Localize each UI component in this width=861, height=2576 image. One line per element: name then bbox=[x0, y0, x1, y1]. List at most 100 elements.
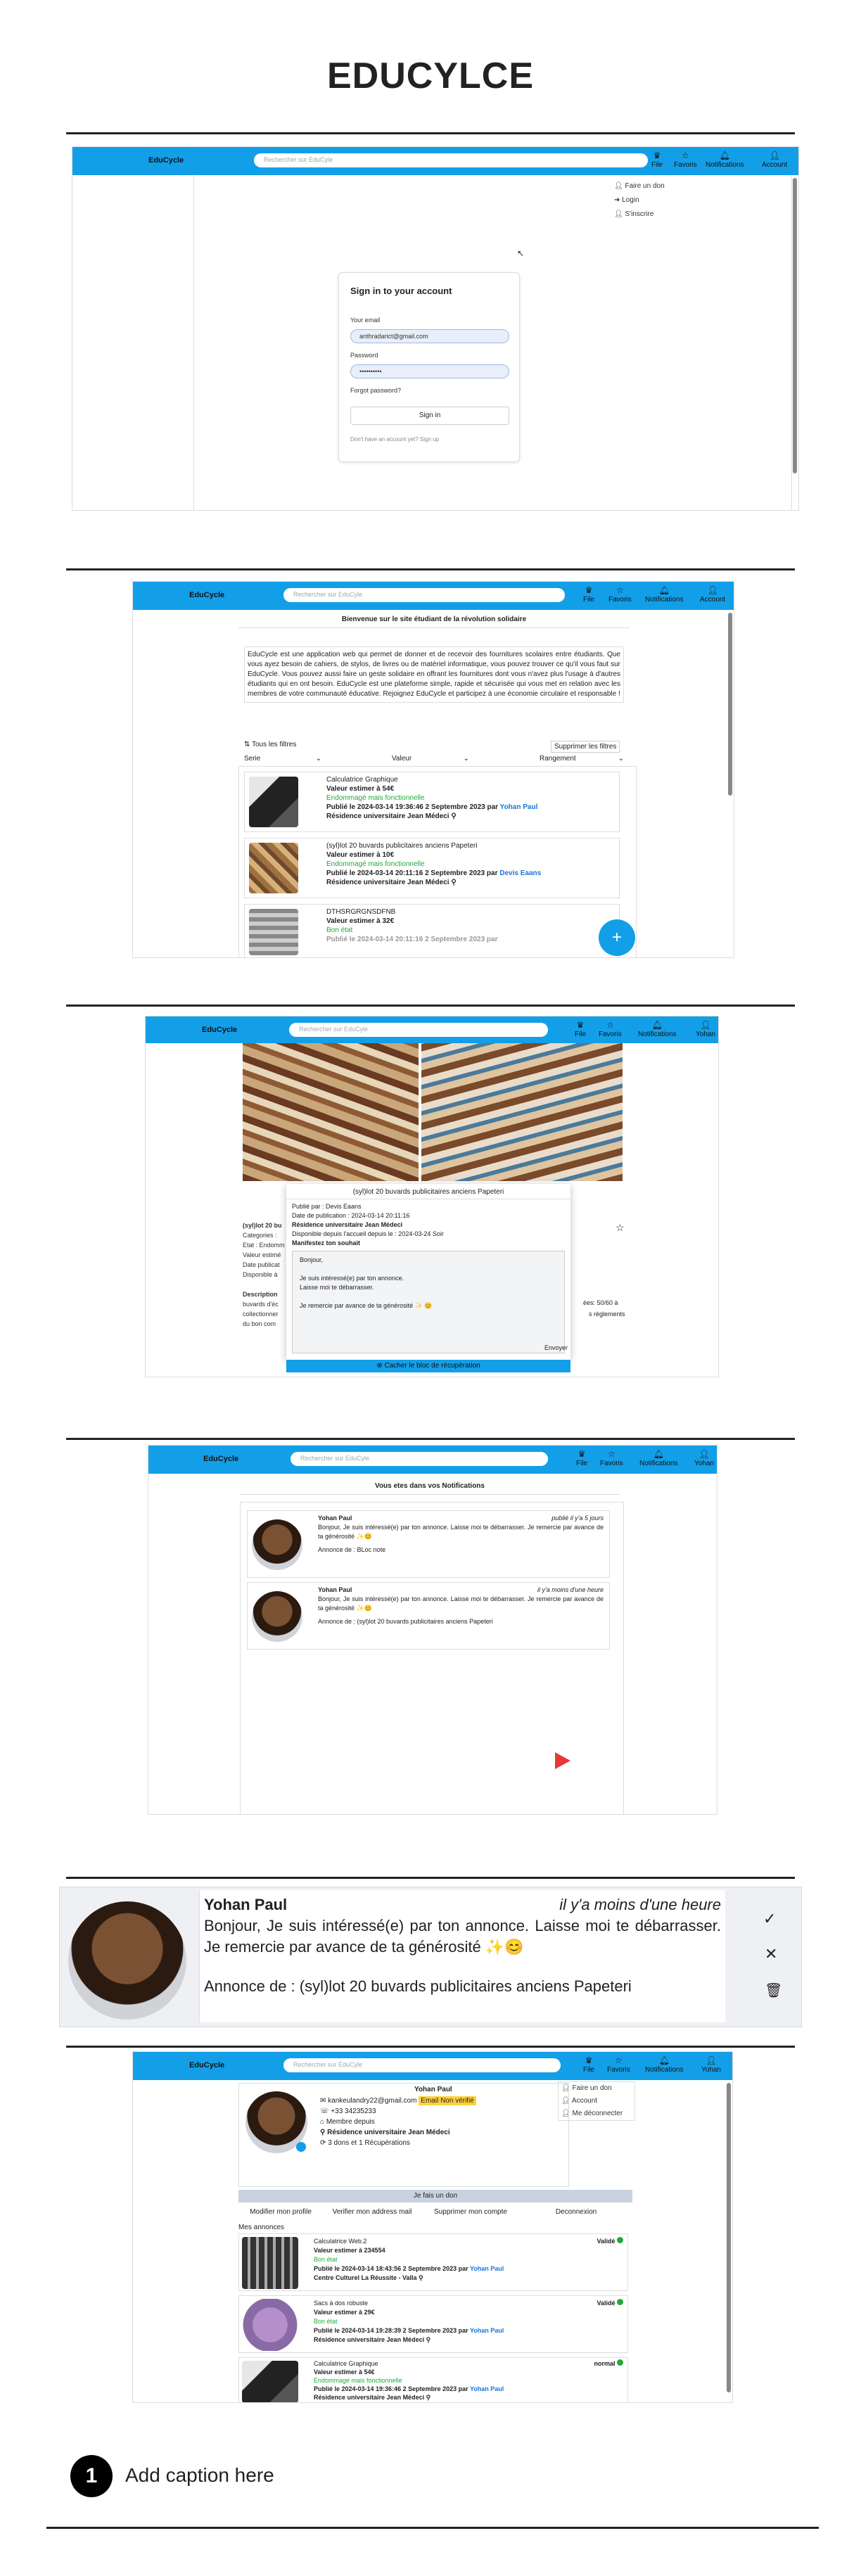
item-title[interactable]: (syl)lot 20 buvards publicitaires ancien… bbox=[326, 841, 541, 850]
add-item-button[interactable]: + bbox=[599, 919, 635, 956]
dropdown-login[interactable]: ➜ Login bbox=[614, 193, 691, 208]
nav-favoris[interactable]: ☆ Favoris bbox=[599, 1019, 622, 1038]
item-title[interactable]: DTHSRGRGNSDFNB bbox=[326, 907, 497, 917]
ad-item[interactable]: Sacs à dos robuste Validé Valeur estimer … bbox=[238, 2295, 628, 2353]
search-input[interactable]: Rechercher sur EduCyle bbox=[291, 1452, 548, 1466]
page-title: EDUCYLCE bbox=[326, 56, 535, 96]
email-label: Your email bbox=[350, 317, 381, 324]
author-link[interactable]: Yohan Paul bbox=[500, 803, 538, 811]
nav-favoris[interactable]: ☆ Favoris bbox=[600, 1448, 623, 1467]
forgot-password-link[interactable]: Forgot password? bbox=[350, 387, 401, 394]
list-item[interactable]: DTHSRGRGNSDFNB Valeur estimer à 32€ Bon … bbox=[244, 904, 620, 957]
dropdown-logout[interactable]: 👤︎ Me déconnecter bbox=[561, 2108, 632, 2120]
signin-button[interactable]: Sign in bbox=[350, 407, 509, 425]
search-input[interactable]: Rechercher sur EduCyle bbox=[283, 588, 565, 602]
search-input[interactable]: Rechercher sur EduCyle bbox=[254, 153, 648, 167]
author-link[interactable]: Yohan Paul bbox=[470, 2265, 504, 2272]
item-residence: Résidence universitaire Jean Médeci ⚲ bbox=[326, 879, 457, 886]
list-item[interactable]: (syl)lot 20 buvards publicitaires ancien… bbox=[244, 838, 620, 898]
author-link[interactable]: Devis Eaans bbox=[499, 869, 541, 877]
notification-zoom[interactable]: Yohan Paul il y'a moins d'une heure Bonjo… bbox=[59, 1887, 802, 2027]
divider bbox=[66, 568, 795, 570]
favorite-star-icon[interactable]: ☆ bbox=[616, 1222, 625, 1234]
logo[interactable]: EduCycle bbox=[189, 591, 224, 599]
nav-account[interactable]: 👤︎ Account bbox=[762, 150, 787, 169]
list-item[interactable]: Calculatrice Graphique Valeur estimer à … bbox=[244, 772, 620, 832]
search-input[interactable]: Rechercher sur EduCyle bbox=[289, 1023, 548, 1037]
nav-notifications[interactable]: 🔔︎ Notifications bbox=[639, 1448, 677, 1467]
nav-user[interactable]: 👤︎ Yohan bbox=[694, 1448, 714, 1467]
nav-file[interactable]: ♛ File bbox=[575, 1019, 586, 1038]
email-field[interactable]: anthradarict@gmail.com bbox=[350, 329, 509, 343]
divider bbox=[66, 132, 795, 134]
password-field[interactable]: •••••••••• bbox=[350, 364, 509, 378]
ad-item[interactable]: Calculatrice Graphique normal Valeur esti… bbox=[238, 2357, 628, 2402]
nav-favoris[interactable]: ☆ Favoris bbox=[674, 150, 697, 169]
donate-button[interactable]: Je fais un don bbox=[238, 2190, 632, 2202]
search-input[interactable]: Rechercher sur EduCyle bbox=[283, 2058, 561, 2072]
logo[interactable]: EduCycle bbox=[203, 1455, 238, 1463]
nav-favoris[interactable]: ☆ Favoris bbox=[607, 2055, 630, 2074]
hide-recovery-button[interactable]: ⊗ Cacher le bloc de récupération bbox=[286, 1360, 570, 1372]
nav-file[interactable]: ♛ File bbox=[583, 585, 594, 604]
scrollbar[interactable] bbox=[727, 2083, 731, 2392]
filter-valeur[interactable]: Valeur ⌄ bbox=[392, 755, 469, 763]
item-residence: Résidence universitaire Jean Médeci ⚲ bbox=[326, 812, 457, 820]
logo[interactable]: EduCycle bbox=[202, 1026, 237, 1034]
nav-user[interactable]: 👤︎ Yohan bbox=[696, 1019, 715, 1038]
nav-user[interactable]: 👤︎ Yohan bbox=[701, 2055, 721, 2074]
notification-item[interactable]: Yohan Paul il y'a moins d'une heure Bonjo… bbox=[247, 1582, 610, 1650]
delete-account-button[interactable]: Supprimer mon compte bbox=[421, 2208, 520, 2216]
my-ads-heading: Mes annonces bbox=[238, 2224, 285, 2231]
caption-text[interactable]: Add caption here bbox=[125, 2464, 274, 2487]
edit-profile-button[interactable]: Modifier mon profile bbox=[238, 2208, 323, 2216]
author-link[interactable]: Yohan Paul bbox=[470, 2385, 504, 2392]
scrollbar[interactable] bbox=[793, 178, 797, 473]
dropdown-faire-un-don[interactable]: 👤︎ Faire un don bbox=[614, 179, 691, 193]
logout-button[interactable]: Deconnexion bbox=[527, 2208, 625, 2216]
remove-filters-button[interactable]: Supprimer les filtres bbox=[551, 741, 620, 753]
item-photo bbox=[421, 1043, 623, 1181]
ad-item[interactable]: Calculatrice Web.2 Validé Valeur estimer … bbox=[238, 2233, 628, 2291]
item-value: Valeur estimer à 32€ bbox=[326, 917, 395, 925]
send-button[interactable]: Envoyer bbox=[542, 1343, 570, 1353]
notif-time: il y'a moins d'une heure bbox=[537, 1586, 604, 1593]
nav-notifications[interactable]: 🔔︎ Notifications bbox=[645, 585, 683, 604]
nav-file[interactable]: ♛ File bbox=[583, 2055, 594, 2074]
star-icon: ☆ bbox=[606, 1020, 614, 1030]
nav-file[interactable]: ♛ File bbox=[576, 1448, 587, 1467]
dropdown-account[interactable]: 👤︎ Account bbox=[561, 2095, 632, 2108]
screenshot-signin: EduCycle Rechercher sur EduCyle ♛ File ☆ F… bbox=[72, 146, 799, 511]
nav-account[interactable]: 👤︎ Account bbox=[700, 585, 725, 604]
account-dropdown: 👤︎ Faire un don ➜ Login 👤︎ S'inscrire bbox=[614, 179, 691, 222]
close-icon[interactable]: ✕ bbox=[765, 1945, 777, 1963]
filter-rangement[interactable]: Rangement ⌄ bbox=[540, 755, 624, 763]
screenshot-item-modal: EduCycle Rechercher sur EduCyle ♛ File ☆ F… bbox=[145, 1016, 719, 1377]
logo[interactable]: EduCycle bbox=[189, 2061, 224, 2070]
author-link[interactable]: Yohan Paul bbox=[470, 2327, 504, 2334]
logo[interactable]: EduCycle bbox=[148, 156, 184, 165]
profile-name: Yohan Paul bbox=[414, 2086, 452, 2093]
scrollbar[interactable] bbox=[728, 613, 732, 796]
bell-icon: 🔔︎ bbox=[658, 585, 670, 595]
notif-message: Bonjour, Je suis intéressé(e) par ton an… bbox=[318, 1524, 604, 1540]
nav-notifications[interactable]: 🔔︎ Notifications bbox=[645, 2055, 683, 2074]
signup-link[interactable]: Don't have an account yet? Sign up bbox=[350, 436, 439, 442]
all-filters-button[interactable]: ⇅ Tous les filtres bbox=[244, 741, 296, 748]
nav-notifications[interactable]: 🔔︎ Notifications bbox=[638, 1019, 676, 1038]
trash-icon[interactable]: 🗑︎ bbox=[765, 1982, 782, 1999]
message-textarea[interactable]: Bonjour, Je suis intéressé(e) par ton an… bbox=[292, 1251, 565, 1353]
account-dropdown: 👤︎ Faire un don 👤︎ Account 👤︎ Me déconne… bbox=[558, 2081, 635, 2121]
nav-file[interactable]: ♛ File bbox=[651, 150, 663, 169]
content-right-border bbox=[791, 175, 792, 510]
notification-item[interactable]: Yohan Paul publié il y'a 5 jours Bonjour,… bbox=[247, 1510, 610, 1578]
navbar: EduCycle Rechercher sur EduCyle ♛ File ☆ F… bbox=[146, 1016, 718, 1043]
filter-serie[interactable]: Serie ⌄ bbox=[244, 755, 321, 763]
verify-email-button[interactable]: Verifier mon address mail bbox=[323, 2208, 421, 2216]
dropdown-signup[interactable]: 👤︎ S'inscrire bbox=[614, 208, 691, 222]
nav-notifications[interactable]: 🔔︎ Notifications bbox=[706, 150, 744, 169]
item-title[interactable]: Calculatrice Graphique bbox=[326, 775, 537, 784]
nav-favoris[interactable]: ☆ Favoris bbox=[608, 585, 632, 604]
check-icon[interactable]: ✓ bbox=[763, 1910, 776, 1928]
dropdown-faire-un-don[interactable]: 👤︎ Faire un don bbox=[561, 2082, 632, 2095]
